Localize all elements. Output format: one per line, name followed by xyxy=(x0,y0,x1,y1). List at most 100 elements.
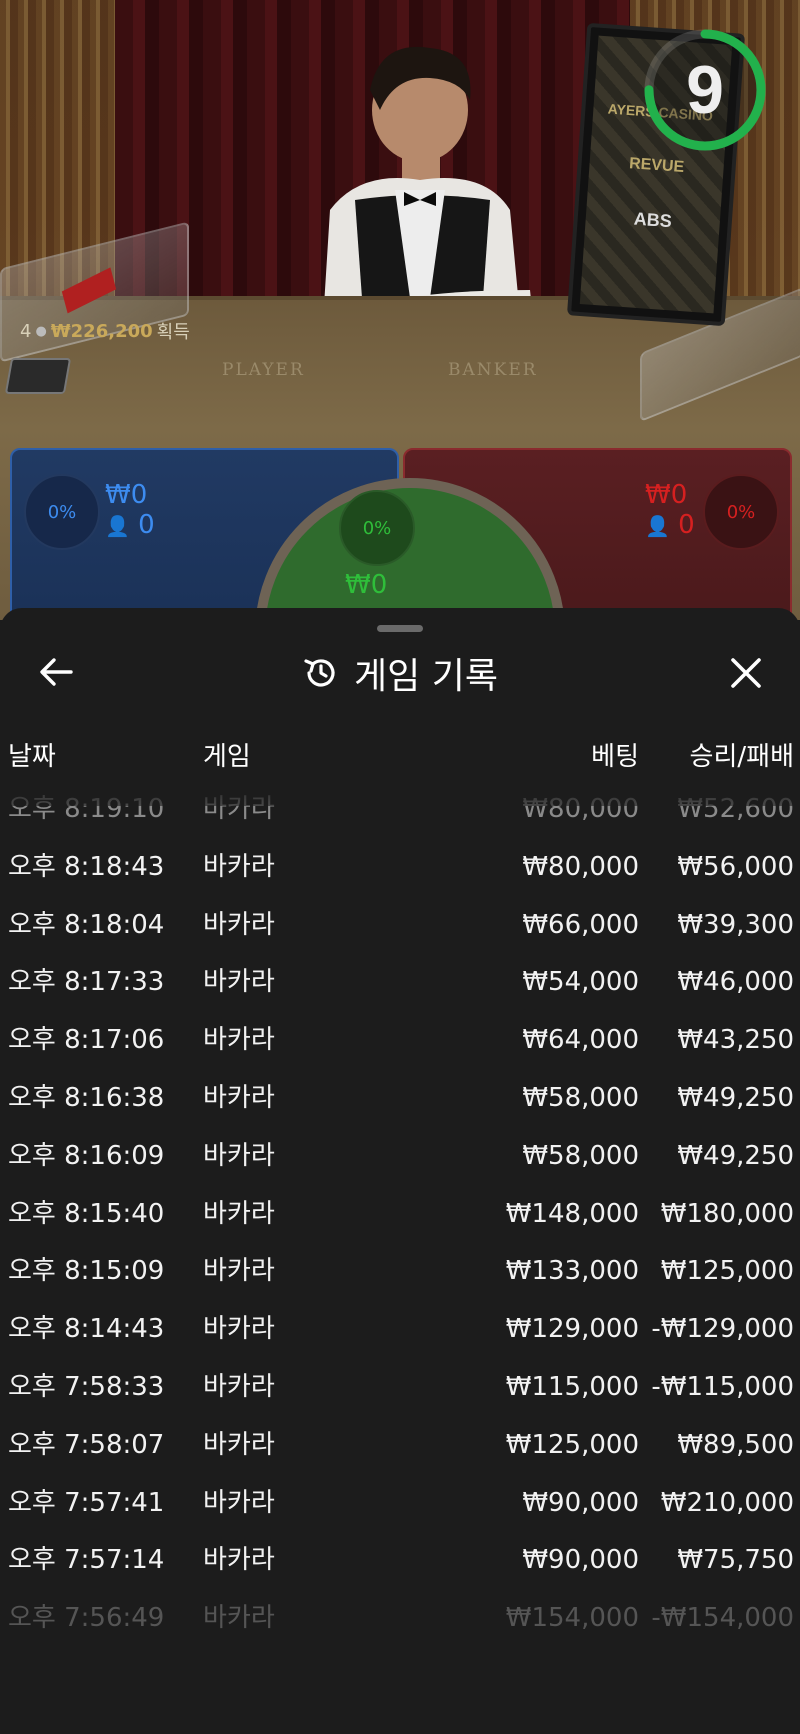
row-bet: ₩115,000 xyxy=(505,1372,639,1402)
row-game: 바카라 xyxy=(203,1198,275,1229)
tie-percent: 0% xyxy=(339,490,415,566)
row-bet: ₩66,000 xyxy=(522,909,639,940)
table-row[interactable]: 오후 7:56:49 바카라 ₩154,000 -₩154,000 xyxy=(0,1589,800,1647)
table-row[interactable]: 오후 8:15:09 바카라 ₩133,000 ₩125,000 xyxy=(0,1242,800,1300)
row-win-loss: ₩43,250 xyxy=(677,1025,794,1056)
table-header: 날짜 게임 베팅 승리/패배 xyxy=(0,736,800,776)
close-icon xyxy=(731,658,761,688)
drag-handle[interactable] xyxy=(377,625,423,632)
row-win-loss: ₩75,750 xyxy=(677,1545,794,1576)
scroll-fade-top xyxy=(0,776,800,806)
game-history-sheet: 게임 기록 날짜 게임 베팅 승리/패배 오후 8:19:10 바카라 ₩80,00… xyxy=(0,608,800,1734)
row-game: 바카라 xyxy=(203,1429,275,1460)
row-bet: ₩125,000 xyxy=(505,1429,639,1460)
live-video-feed: PLAYER BANKER AYERS CASINO REVUE ABS 9 4… xyxy=(0,0,800,620)
column-header-date: 날짜 xyxy=(8,742,56,772)
row-win-loss: ₩46,000 xyxy=(677,967,794,998)
column-header-game: 게임 xyxy=(203,742,251,772)
row-date: 오후 8:18:04 xyxy=(8,909,165,940)
row-win-loss: ₩39,300 xyxy=(677,909,794,940)
row-game: 바카라 xyxy=(203,1314,275,1345)
row-win-loss: ₩56,000 xyxy=(677,851,794,882)
row-game: 바카라 xyxy=(203,909,275,940)
winnings-amount: ₩226,200 xyxy=(50,320,153,342)
row-win-loss: ₩89,500 xyxy=(677,1429,794,1460)
row-bet: ₩58,000 xyxy=(522,1083,639,1113)
column-header-win-loss: 승리/패배 xyxy=(689,742,794,772)
row-game: 바카라 xyxy=(203,1140,275,1171)
row-date: 오후 8:14:43 xyxy=(8,1314,165,1345)
row-game: 바카라 xyxy=(203,1603,275,1634)
table-label-banker: BANKER xyxy=(448,360,538,380)
row-win-loss: ₩180,000 xyxy=(660,1198,794,1229)
user-icon: 👤 xyxy=(105,514,130,538)
winnings-suffix: 획득 xyxy=(156,322,190,343)
countdown-timer: 9 xyxy=(640,25,770,155)
table-row[interactable]: 오후 8:17:33 바카라 ₩54,000 ₩46,000 xyxy=(0,953,800,1011)
row-win-loss: ₩125,000 xyxy=(660,1256,794,1287)
column-header-bet: 베팅 xyxy=(591,742,639,772)
table-row[interactable]: 오후 8:14:43 바카라 ₩129,000 -₩129,000 xyxy=(0,1300,800,1358)
table-row[interactable]: 오후 8:17:06 바카라 ₩64,000 ₩43,250 xyxy=(0,1011,800,1069)
row-win-loss: ₩49,250 xyxy=(677,1140,794,1171)
row-date: 오후 7:58:07 xyxy=(8,1429,165,1460)
row-game: 바카라 xyxy=(203,1025,275,1056)
row-win-loss: -₩115,000 xyxy=(651,1372,794,1402)
row-bet: ₩54,000 xyxy=(522,967,639,998)
row-bet: ₩90,000 xyxy=(522,1545,639,1576)
row-game: 바카라 xyxy=(203,851,275,882)
row-bet: ₩90,000 xyxy=(522,1487,639,1518)
row-bet: ₩154,000 xyxy=(505,1603,639,1634)
table-row[interactable]: 오후 8:16:38 바카라 ₩58,000 ₩49,250 xyxy=(0,1069,800,1127)
table-row[interactable]: 오후 8:18:04 바카라 ₩66,000 ₩39,300 xyxy=(0,896,800,954)
card-shoe-marker xyxy=(61,267,117,314)
user-icon: 👤 xyxy=(645,514,670,538)
banker-amount: ₩0 xyxy=(645,480,688,510)
player-bettor-count: 0 xyxy=(138,510,155,540)
row-game: 바카라 xyxy=(203,967,275,998)
table-row[interactable]: 오후 7:58:33 바카라 ₩115,000 -₩115,000 xyxy=(0,1358,800,1416)
row-date: 오후 7:57:41 xyxy=(8,1487,165,1518)
row-bet: ₩58,000 xyxy=(522,1140,639,1171)
player-amount: ₩0 xyxy=(105,480,148,510)
timer-seconds: 9 xyxy=(686,52,724,128)
row-date: 오후 8:16:09 xyxy=(8,1140,165,1171)
sheet-header: 게임 기록 xyxy=(0,650,800,697)
row-date: 오후 8:15:40 xyxy=(8,1198,165,1229)
history-icon xyxy=(304,659,335,687)
row-date: 오후 8:17:33 xyxy=(8,967,165,998)
row-bet: ₩129,000 xyxy=(505,1314,639,1345)
banker-percent: 0% xyxy=(703,474,779,550)
row-win-loss: -₩154,000 xyxy=(651,1603,794,1634)
row-win-loss: -₩129,000 xyxy=(651,1314,794,1345)
table-row[interactable]: 오후 7:58:07 바카라 ₩125,000 ₩89,500 xyxy=(0,1416,800,1474)
history-table[interactable]: 오후 8:19:10 바카라 ₩80,000 ₩52,600 오후 8:18:43 바카라… xyxy=(0,776,800,1734)
row-date: 오후 8:18:43 xyxy=(8,851,165,882)
row-date: 오후 8:17:06 xyxy=(8,1025,165,1056)
row-date: 오후 7:57:14 xyxy=(8,1545,165,1576)
banker-count-row: 👤 0 xyxy=(645,510,695,541)
player-percent: 0% xyxy=(24,474,100,550)
table-row[interactable]: 오후 7:57:41 바카라 ₩90,000 ₩210,000 xyxy=(0,1474,800,1532)
row-bet: ₩80,000 xyxy=(522,851,639,882)
close-button[interactable] xyxy=(725,652,767,694)
table-row[interactable]: 오후 8:15:40 바카라 ₩148,000 ₩180,000 xyxy=(0,1185,800,1243)
row-bet: ₩133,000 xyxy=(505,1256,639,1287)
row-win-loss: ₩49,250 xyxy=(677,1083,794,1113)
row-date: 오후 7:58:33 xyxy=(8,1372,165,1402)
page-title: 게임 기록 xyxy=(354,656,498,697)
table-row[interactable]: 오후 8:18:43 바카라 ₩80,000 ₩56,000 xyxy=(0,838,800,896)
table-row[interactable]: 오후 7:57:14 바카라 ₩90,000 ₩75,750 xyxy=(0,1531,800,1589)
row-bet: ₩148,000 xyxy=(505,1198,639,1229)
row-game: 바카라 xyxy=(203,1545,275,1576)
row-game: 바카라 xyxy=(203,1487,275,1518)
table-row[interactable]: 오후 8:16:09 바카라 ₩58,000 ₩49,250 xyxy=(0,1127,800,1185)
row-game: 바카라 xyxy=(203,1372,275,1402)
table-label-player: PLAYER xyxy=(222,360,305,380)
row-game: 바카라 xyxy=(203,1256,275,1287)
players-winnings: 4 ● ₩226,200 획득 xyxy=(20,318,190,344)
row-date: 오후 8:15:09 xyxy=(8,1256,165,1287)
card-icon xyxy=(4,358,72,394)
player-count-row: 👤 0 xyxy=(105,510,155,541)
row-date: 오후 8:16:38 xyxy=(8,1083,165,1113)
